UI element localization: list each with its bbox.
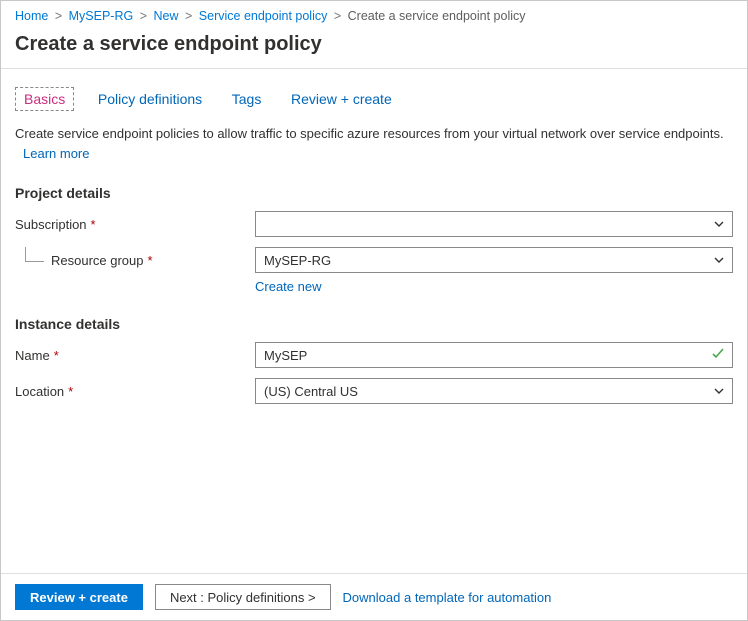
check-icon (711, 347, 725, 364)
subscription-label-text: Subscription (15, 217, 87, 232)
required-icon: * (54, 348, 59, 363)
breadcrumb: Home > MySEP-RG > New > Service endpoint… (1, 1, 747, 27)
chevron-right-icon: > (182, 9, 195, 23)
tabs: Basics Policy definitions Tags Review + … (15, 69, 733, 111)
project-details-heading: Project details (15, 185, 733, 201)
breadcrumb-current: Create a service endpoint policy (348, 9, 526, 23)
required-icon: * (148, 253, 153, 268)
tab-policy-definitions[interactable]: Policy definitions (92, 87, 208, 111)
breadcrumb-home[interactable]: Home (15, 9, 48, 23)
chevron-right-icon: > (137, 9, 150, 23)
chevron-right-icon: > (52, 9, 65, 23)
tab-basics[interactable]: Basics (15, 87, 74, 111)
learn-more-link[interactable]: Learn more (23, 145, 733, 163)
create-new-link[interactable]: Create new (255, 279, 321, 294)
breadcrumb-new[interactable]: New (154, 9, 179, 23)
chevron-right-icon: > (331, 9, 344, 23)
description-text: Create service endpoint policies to allo… (15, 126, 724, 141)
footer: Review + create Next : Policy definition… (1, 573, 747, 620)
tab-review-create[interactable]: Review + create (285, 87, 398, 111)
breadcrumb-sep[interactable]: Service endpoint policy (199, 9, 328, 23)
download-template-link[interactable]: Download a template for automation (343, 590, 552, 605)
breadcrumb-rg[interactable]: MySEP-RG (69, 9, 134, 23)
subscription-dropdown[interactable] (255, 211, 733, 237)
required-icon: * (91, 217, 96, 232)
resource-group-label-text: Resource group (51, 253, 144, 268)
instance-details-heading: Instance details (15, 316, 733, 332)
resource-group-label: Resource group * (15, 253, 255, 268)
name-label-text: Name (15, 348, 50, 363)
resource-group-dropdown[interactable]: MySEP-RG (255, 247, 733, 273)
required-icon: * (68, 384, 73, 399)
location-label-text: Location (15, 384, 64, 399)
review-create-button[interactable]: Review + create (15, 584, 143, 610)
tab-tags[interactable]: Tags (226, 87, 268, 111)
subscription-label: Subscription * (15, 217, 255, 232)
location-dropdown[interactable]: (US) Central US (255, 378, 733, 404)
location-label: Location * (15, 384, 255, 399)
name-input[interactable] (255, 342, 733, 368)
next-button[interactable]: Next : Policy definitions > (155, 584, 331, 610)
page-title: Create a service endpoint policy (1, 27, 747, 68)
description: Create service endpoint policies to allo… (15, 111, 733, 163)
name-label: Name * (15, 348, 255, 363)
